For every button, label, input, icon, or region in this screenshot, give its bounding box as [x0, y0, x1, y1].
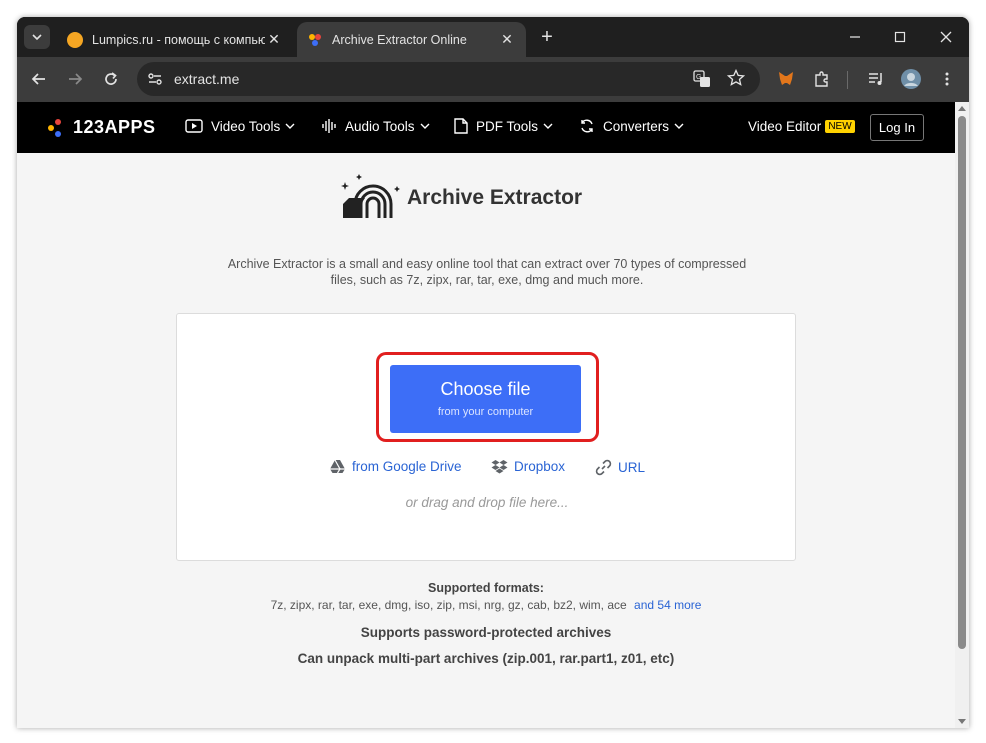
close-icon: [940, 31, 952, 43]
scroll-thumb[interactable]: [958, 116, 966, 649]
browser-window: Lumpics.ru - помощь с компьютер ✕ Archiv…: [17, 17, 969, 728]
nav-audio-tools[interactable]: Audio Tools: [321, 118, 438, 134]
scroll-up-arrow-icon[interactable]: [958, 106, 966, 111]
nav-label: Audio Tools: [345, 118, 415, 134]
tab-title: Lumpics.ru - помощь с компьютер: [92, 32, 265, 47]
maximize-icon: [894, 31, 906, 43]
reload-button[interactable]: [99, 67, 123, 91]
site-navbar: 123APPS Video Tools Audio Tools PDF Tool…: [17, 102, 955, 153]
choose-file-sublabel: from your computer: [437, 406, 534, 418]
video-icon: [185, 119, 203, 133]
chevron-down-icon: [32, 34, 42, 41]
document-icon: [454, 118, 468, 134]
nav-pdf-tools[interactable]: PDF Tools: [454, 118, 561, 134]
video-editor-link[interactable]: Video Editor NEW: [748, 119, 855, 134]
feature-password: Supports password-protected archives: [360, 625, 612, 640]
app-description: Archive Extractor is a small and easy on…: [197, 256, 777, 288]
tab-lumpics[interactable]: Lumpics.ru - помощь с компьютер ✕: [57, 22, 293, 57]
arrow-right-icon: [69, 73, 83, 85]
more-vertical-icon: [945, 72, 949, 86]
link-icon: [595, 459, 612, 476]
site-settings-icon[interactable]: [146, 70, 164, 93]
close-tab-icon[interactable]: ✕: [265, 31, 283, 48]
address-text: extract.me: [174, 71, 240, 87]
more-formats-link[interactable]: and 54 more: [634, 598, 701, 612]
lumpics-favicon-icon: [67, 31, 83, 48]
nav-label: Converters: [603, 118, 670, 134]
google-drive-link[interactable]: from Google Drive: [329, 459, 462, 474]
page-scrollbar[interactable]: [955, 102, 969, 728]
choose-file-label: Choose file: [440, 379, 531, 399]
web-page: 123APPS Video Tools Audio Tools PDF Tool…: [17, 102, 969, 728]
video-editor-label: Video Editor: [748, 119, 822, 134]
logo-text: 123APPS: [73, 117, 156, 137]
feature-multipart: Can unpack multi-part archives (zip.001,…: [297, 651, 675, 666]
translate-icon[interactable]: G: [693, 70, 711, 93]
chevron-down-icon: [674, 123, 684, 129]
archive-extractor-logo-icon: [341, 174, 400, 218]
address-bar[interactable]: extract.me G: [137, 62, 760, 96]
drag-drop-hint: or drag and drop file here...: [405, 495, 569, 510]
media-controls-icon[interactable]: [864, 67, 888, 91]
metamask-extension-icon[interactable]: [774, 67, 798, 91]
close-window-button[interactable]: [933, 25, 959, 49]
tab-title: Archive Extractor Online: [332, 32, 467, 47]
description-line-1: Archive Extractor is a small and easy on…: [227, 257, 747, 271]
svg-text:G: G: [696, 74, 701, 81]
toolbar-divider: [847, 71, 848, 89]
site-logo[interactable]: 123APPS: [47, 117, 156, 138]
close-tab-icon[interactable]: ✕: [498, 31, 516, 48]
arrow-left-icon: [31, 73, 45, 85]
browser-toolbar: extract.me G: [17, 57, 969, 102]
google-drive-label: from Google Drive: [352, 459, 462, 474]
formats-title: Supported formats:: [428, 581, 544, 595]
convert-arrows-icon: [581, 119, 593, 133]
page-title: Archive Extractor: [407, 186, 583, 209]
dropbox-icon: [491, 460, 508, 474]
nav-label: Video Tools: [211, 118, 281, 134]
reload-icon: [105, 72, 117, 85]
google-drive-icon: [330, 459, 345, 474]
scroll-down-arrow-icon[interactable]: [958, 719, 966, 724]
tab-archive-extractor[interactable]: Archive Extractor Online ✕: [297, 22, 526, 57]
new-tab-button[interactable]: +: [535, 25, 559, 49]
minimize-button[interactable]: [842, 25, 868, 49]
chevron-down-icon: [420, 123, 430, 129]
chevron-down-icon: [543, 123, 553, 129]
tab-search-button[interactable]: [24, 25, 50, 49]
upload-card: Choose file from your computer from Goog…: [176, 313, 796, 561]
chevron-down-icon: [285, 123, 295, 129]
nav-video-tools[interactable]: Video Tools: [185, 118, 303, 134]
nav-label: PDF Tools: [476, 118, 539, 134]
description-line-2: files, such as 7z, zipx, rar, tar, exe, …: [330, 273, 644, 287]
url-link[interactable]: URL: [595, 459, 645, 476]
extensions-puzzle-icon[interactable]: [810, 67, 834, 91]
app-header: Archive Extractor: [339, 172, 582, 224]
profile-avatar[interactable]: [899, 67, 923, 91]
nav-converters[interactable]: Converters: [579, 118, 692, 134]
formats-list: 7z, zipx, rar, tar, exe, dmg, iso, zip, …: [17, 598, 955, 612]
url-label: URL: [618, 460, 646, 475]
browser-menu-button[interactable]: [935, 67, 959, 91]
forward-button[interactable]: [63, 67, 87, 91]
123apps-logo-icon: [48, 118, 61, 137]
dropbox-link[interactable]: Dropbox: [491, 459, 565, 474]
bookmark-star-icon[interactable]: [726, 68, 746, 92]
123apps-favicon-icon: [307, 32, 323, 48]
login-button[interactable]: Log In: [870, 114, 924, 141]
dropbox-label: Dropbox: [514, 459, 566, 474]
tab-strip: Lumpics.ru - помощь с компьютер ✕ Archiv…: [17, 17, 969, 57]
upload-sources: from Google Drive Dropbox URL: [177, 459, 797, 479]
maximize-button[interactable]: [887, 25, 913, 49]
choose-file-button[interactable]: Choose file from your computer: [390, 365, 581, 433]
minimize-icon: [850, 36, 860, 38]
new-badge: NEW: [825, 120, 855, 133]
audio-wave-icon: [322, 119, 336, 133]
back-button[interactable]: [27, 67, 51, 91]
formats-values: 7z, zipx, rar, tar, exe, dmg, iso, zip, …: [270, 598, 627, 612]
